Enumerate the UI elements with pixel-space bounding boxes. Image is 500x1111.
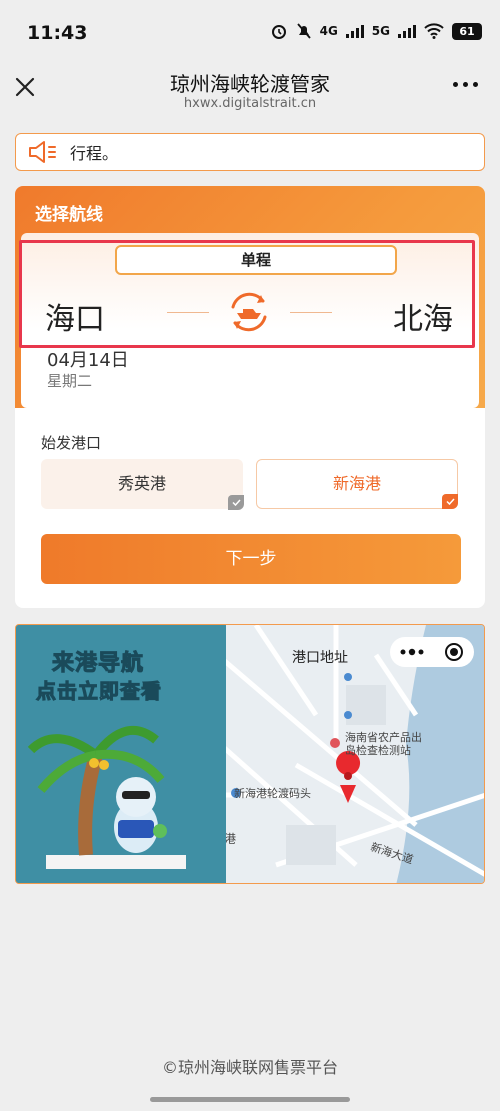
signal-icon-2 [398,24,416,38]
map-label-station-2: 岛检查检测站 [345,744,411,757]
notice-text: 行程。 [70,144,119,163]
port-option-label: 秀英港 [117,474,166,493]
wifi-icon [424,23,444,39]
signal-icon [345,24,364,38]
alarm-icon [271,25,286,39]
next-step-button[interactable]: 下一步 [41,534,461,584]
more-menu-icon[interactable] [453,82,478,87]
banner-headline: 来港导航 [51,651,145,677]
status-time: 11:43 [27,22,88,44]
speaker-icon [29,141,56,163]
departure-city[interactable]: 海口 [45,294,105,338]
route-dash-left [167,312,209,313]
footer-copyright: ©琼州海峡联网售票平台 [161,1058,338,1077]
target-icon[interactable] [444,642,464,662]
map-controls [390,637,474,667]
departure-weekday: 星期二 [47,372,93,390]
notice-bar[interactable]: 行程。 [15,133,485,171]
map-title: 港口地址 [292,650,348,666]
map-label-pier: 新海港轮渡码头 [234,787,311,800]
network-4g: 4G [319,24,338,38]
palm-tree-mascot-illustration [27,726,186,869]
nav-bar: 琼州海峡轮渡管家 hxwx.digitalstrait.cn [0,56,500,120]
banner-subline: 点击立即查看 [36,679,162,704]
network-5g: 5G [371,24,390,38]
page-title: 琼州海峡轮渡管家 [170,72,330,96]
departure-port-label: 始发港口 [41,434,102,452]
route-section-title: 选择航线 [35,205,103,225]
ferry-swap-icon[interactable] [226,289,272,335]
status-icons: 4G 5G 61 [270,22,482,40]
port-option-xiuying[interactable]: 秀英港 [41,459,244,510]
mute-bell-icon [296,23,311,39]
battery-icon: 61 [452,22,482,40]
port-option-label: 新海港 [332,474,381,493]
departure-date[interactable]: 04月14日 [47,346,129,372]
home-indicator[interactable] [150,1097,350,1102]
port-navigation-banner[interactable]: 港口地址 海南省农产品出 岛检查检测站 新海港轮渡码头 新海港 新海大道 来港导… [15,624,485,884]
check-icon [228,495,244,510]
more-icon[interactable] [400,648,424,656]
page-url: hxwx.digitalstrait.cn [183,96,317,111]
banner-promo: 来港导航 点击立即查看 [16,625,226,883]
arrival-city[interactable]: 北海 [393,294,453,338]
check-icon [442,494,458,509]
route-dash-right [290,312,332,313]
port-option-xinhai[interactable]: 新海港 [256,459,458,509]
route-card: 选择航线 单程 海口 北海 04月14日 星期二 始发港口 秀英港 新海港 下一… [15,186,485,608]
